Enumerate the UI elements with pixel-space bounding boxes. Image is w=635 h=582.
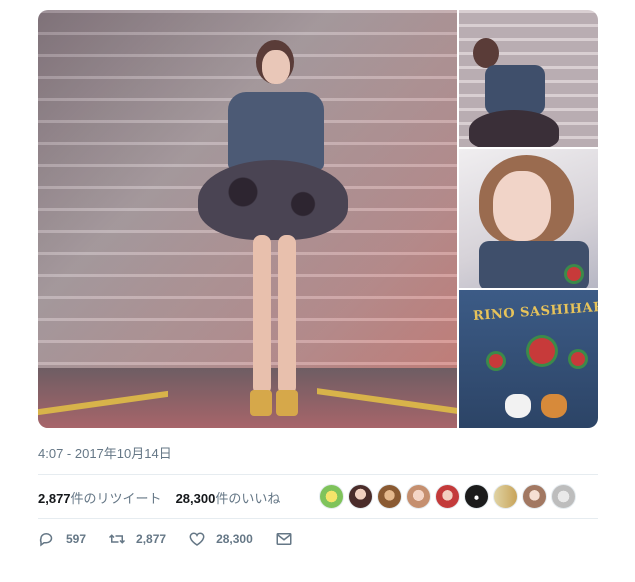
photo-main[interactable] xyxy=(38,10,457,428)
retweet-button[interactable]: 2,877 xyxy=(108,530,166,548)
retweets-stat-label: 件のリツイート xyxy=(70,490,162,506)
retweets-stat-count: 2,877 xyxy=(38,490,71,506)
like-button[interactable]: 28,300 xyxy=(188,530,253,548)
avatar[interactable] xyxy=(319,484,344,509)
retweet-icon xyxy=(109,534,126,544)
avatar[interactable] xyxy=(377,484,402,509)
likes-stat-count: 28,300 xyxy=(175,490,216,506)
divider xyxy=(38,474,598,475)
divider xyxy=(38,518,598,519)
photo-middle-right[interactable] xyxy=(459,149,598,288)
avatar[interactable] xyxy=(435,484,460,509)
tweet-actions: 597 2,877 28,300 xyxy=(38,530,325,548)
jacket-embroidery-text: RINO SASHIHARA xyxy=(472,299,598,324)
retweets-stat[interactable]: 2,877件のリツイート xyxy=(38,488,162,507)
tweet-stats: 2,877件のリツイート 28,300件のいいね xyxy=(38,484,294,510)
reply-icon xyxy=(39,533,53,547)
avatar[interactable] xyxy=(348,484,373,509)
photo-top-right[interactable] xyxy=(459,10,598,147)
photo-bottom-right[interactable]: RINO SASHIHARA xyxy=(459,290,598,428)
media-grid: RINO SASHIHARA xyxy=(38,10,598,428)
reply-button[interactable]: 597 xyxy=(38,530,86,548)
avatar[interactable] xyxy=(493,484,518,509)
avatar[interactable] xyxy=(464,484,489,509)
direct-message-button[interactable] xyxy=(275,530,303,548)
retweet-count: 2,877 xyxy=(136,532,167,546)
tweet-timestamp[interactable]: 4:07 - 2017年10月14日 xyxy=(38,443,172,462)
heart-icon xyxy=(189,532,205,546)
avatar[interactable] xyxy=(551,484,576,509)
likes-stat[interactable]: 28,300件のいいね xyxy=(176,488,281,507)
like-count: 28,300 xyxy=(216,532,253,546)
avatar[interactable] xyxy=(522,484,547,509)
envelope-icon xyxy=(276,533,292,545)
avatar[interactable] xyxy=(406,484,431,509)
likes-stat-label: 件のいいね xyxy=(215,490,281,506)
reply-count: 597 xyxy=(66,532,87,546)
liker-avatars xyxy=(319,484,580,509)
person-figure xyxy=(198,30,348,425)
